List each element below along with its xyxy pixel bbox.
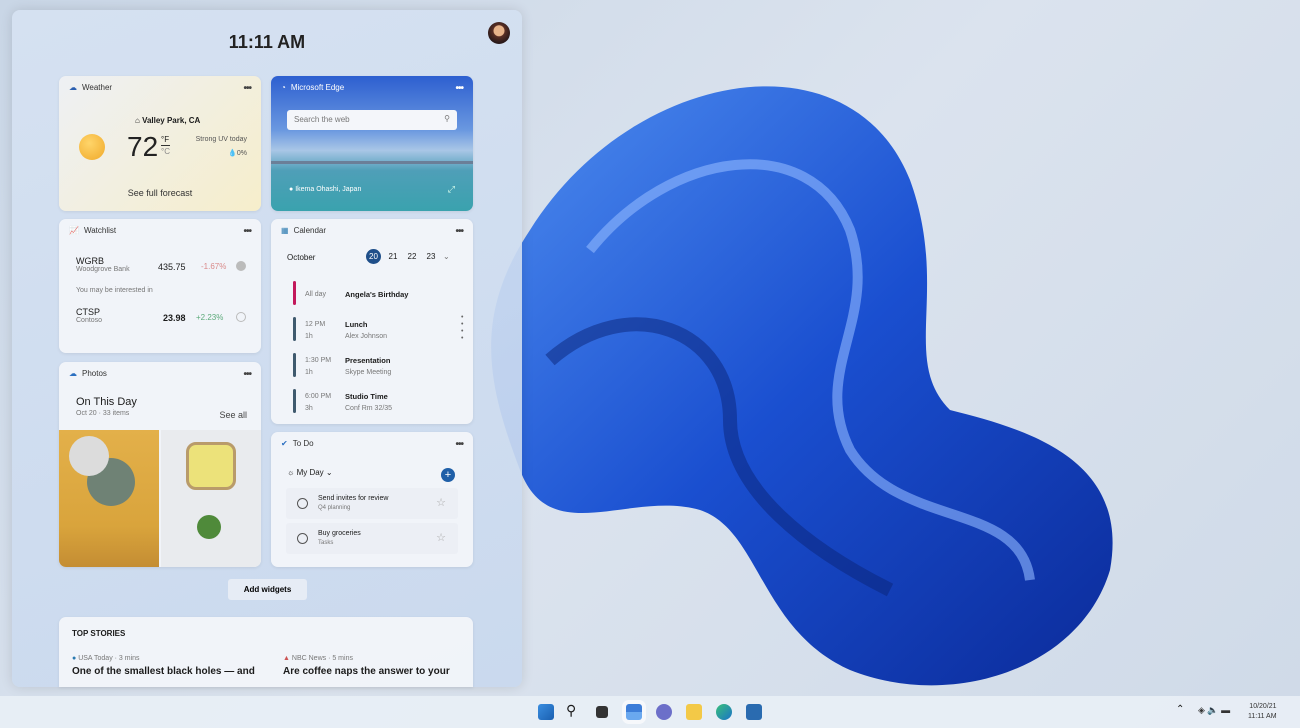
stories-title: TOP STORIES (72, 629, 126, 638)
more-options-button[interactable]: ••• (455, 439, 463, 450)
add-widgets-button[interactable]: Add widgets (228, 579, 307, 600)
photos-sub: Oct 20 · 33 items (76, 410, 130, 417)
calendar-event[interactable]: All day Angela's Birthday (293, 281, 453, 307)
clock: 11:11 AM (228, 32, 306, 52)
day-selected[interactable]: 20 (366, 249, 381, 264)
expand-icon[interactable]: ⤢ (448, 184, 455, 195)
uv-text: Strong UV today (195, 136, 247, 143)
story-item[interactable]: ● USA Today · 3 mins One of the smallest… (72, 655, 255, 677)
watchlist-widget[interactable]: 📈 Watchlist ••• WGRB Woodgrove Bank 435.75… (59, 219, 261, 353)
todo-widget[interactable]: ✔ To Do ••• ☼ My Day ⌄ + Send invites for… (271, 432, 473, 567)
search-icon[interactable]: ⚲ (566, 702, 582, 718)
bridge-graphic (271, 161, 473, 164)
event-color-bar (293, 317, 296, 341)
edge-icon[interactable] (716, 704, 732, 720)
search-icon: ⚲ (444, 114, 450, 123)
tray-overflow-icon[interactable]: ⌃ (1176, 704, 1184, 715)
wallpaper-bloom (491, 86, 1113, 686)
day[interactable]: 23 (424, 252, 438, 261)
list-selector[interactable]: ☼ My Day ⌄ (287, 468, 333, 477)
month-label: October (287, 253, 316, 262)
story-source: ● USA Today · 3 mins (72, 655, 140, 662)
more-options-button[interactable]: ••• (243, 83, 251, 94)
see-all-link[interactable]: See all (219, 410, 247, 420)
sun-icon (79, 134, 105, 160)
chart-icon: 📈 (69, 226, 79, 235)
calendar-icon: ▦ (281, 226, 289, 235)
start-icon[interactable] (538, 704, 554, 720)
star-icon[interactable]: ☆ (436, 531, 446, 544)
event-color-bar (293, 281, 296, 305)
unit-fahrenheit[interactable]: °F (161, 134, 170, 146)
search-input[interactable]: Search the web ⚲ (287, 110, 457, 130)
top-stories: TOP STORIES ● USA Today · 3 mins One of … (59, 617, 473, 687)
stock-row[interactable]: CTSP Contoso 23.98 +2.23% (76, 307, 248, 324)
story-item[interactable]: ▲ NBC News · 5 mins Are coffee naps the … (283, 655, 450, 677)
widgets-icon[interactable] (626, 704, 642, 720)
add-task-button[interactable]: + (441, 468, 455, 482)
scrollbar[interactable]: • • • • (461, 314, 463, 342)
widget-title: Photos (82, 369, 107, 378)
unit-celsius[interactable]: °C (161, 146, 170, 157)
more-options-button[interactable]: ••• (243, 226, 251, 237)
photos-heading: On This Day (76, 396, 137, 408)
weather-widget[interactable]: ☁ Weather ••• ⌂ Valley Park, CA 72 °F °C S… (59, 76, 261, 211)
more-options-button[interactable]: ••• (455, 226, 463, 237)
more-options-button[interactable]: ••• (243, 369, 251, 380)
checkmark-icon: ✔ (281, 439, 288, 448)
widget-title: Calendar (293, 226, 327, 235)
event-color-bar (293, 389, 296, 413)
task-checkbox[interactable] (297, 533, 308, 544)
edge-widget[interactable]: ◔ Microsoft Edge ••• Search the web ⚲ ● Ik… (271, 76, 473, 211)
interest-label: You may be interested in (76, 287, 153, 294)
calendar-widget[interactable]: ▦ Calendar ••• October 20 21 22 23 ⌄ All … (271, 219, 473, 424)
onedrive-icon: ☁ (69, 369, 77, 378)
temperature: 72 (127, 131, 159, 162)
event-color-bar (293, 353, 296, 377)
file-explorer-icon[interactable] (686, 704, 702, 720)
widget-title: Microsoft Edge (290, 83, 345, 92)
photo-1[interactable] (59, 430, 159, 567)
task-checkbox[interactable] (297, 498, 308, 509)
task-item[interactable]: Buy groceries Tasks ☆ (286, 523, 458, 554)
star-icon[interactable]: ☆ (436, 496, 446, 509)
stock-row[interactable]: WGRB Woodgrove Bank 435.75 -1.67% (76, 256, 248, 273)
calendar-event[interactable]: 12 PM 1h Lunch Alex Johnson (293, 317, 453, 343)
story-source: ▲ NBC News · 5 mins (283, 655, 353, 662)
widget-title: Watchlist (83, 226, 117, 235)
image-location[interactable]: ● Ikema Ohashi, Japan (289, 186, 361, 193)
weather-icon: ☁ (69, 83, 77, 92)
store-icon[interactable] (746, 704, 762, 720)
calendar-event[interactable]: 1:30 PM 1h Presentation Skype Meeting (293, 353, 453, 379)
add-stock-icon (236, 261, 246, 271)
taskbar: ⚲ ⌃ ◈ 🔈 ▬ 10/20/21 11:11 AM (0, 696, 1300, 728)
widget-title: To Do (292, 439, 314, 448)
calendar-event[interactable]: 6:00 PM 3h Studio Time Conf Rm 32/35 (293, 389, 453, 415)
clock-date[interactable]: 10/20/21 11:11 AM (1248, 702, 1277, 722)
chevron-down-icon[interactable]: ⌄ (443, 252, 450, 261)
avatar[interactable] (488, 22, 510, 44)
task-view-icon[interactable] (596, 706, 608, 718)
system-tray[interactable]: ◈ 🔈 ▬ (1198, 705, 1230, 716)
day[interactable]: 22 (405, 252, 419, 261)
widget-title: Weather (82, 83, 113, 92)
photos-widget[interactable]: ☁ Photos ••• On This Day Oct 20 · 33 item… (59, 362, 261, 567)
photo-2[interactable] (161, 430, 261, 567)
weather-location: ⌂ Valley Park, CA (135, 116, 201, 125)
task-item[interactable]: Send invites for review Q4 planning ☆ (286, 488, 458, 519)
precipitation: 💧0% (228, 150, 247, 157)
chat-icon[interactable] (656, 704, 672, 720)
edge-icon: ◔ (281, 83, 286, 92)
day[interactable]: 21 (386, 252, 400, 261)
more-options-button[interactable]: ••• (455, 83, 463, 94)
see-forecast-link[interactable]: See full forecast (59, 188, 261, 198)
add-stock-icon (236, 312, 246, 322)
